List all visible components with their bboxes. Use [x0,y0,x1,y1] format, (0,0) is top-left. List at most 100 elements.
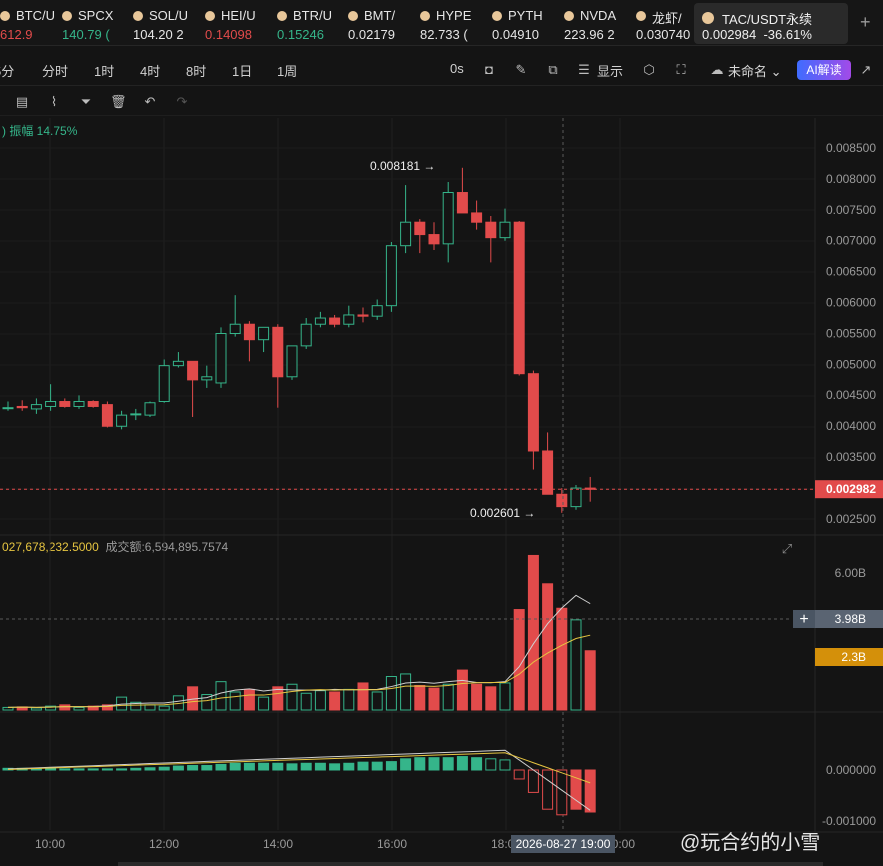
candle-body [87,401,99,407]
macd-bar [201,765,213,771]
volume-bar [428,687,440,711]
macd-bar [385,761,397,771]
price-tick-label: 0.007000 [826,234,876,248]
layout-name-dropdown[interactable]: 未命名 ⌄ [728,61,782,80]
ticker-price: 104.20 2 [133,27,184,42]
pencil-icon[interactable]: ✎ [513,62,529,78]
ticker-price: 82.733 ( [420,27,468,42]
ticker-symbol: BTC/U [16,8,55,23]
fullscreen-icon[interactable]: ⛶ [673,62,689,78]
macd-bar [243,762,255,771]
volume-bar [485,686,497,711]
candle-body [485,221,497,239]
volume-bar [371,691,383,711]
macd-bar [59,768,71,771]
candle-body [187,360,199,381]
candle-body [158,365,170,403]
current-price-label: 0.002982 [826,482,876,496]
macd-bar [556,769,568,816]
trash-icon[interactable]: 🗑 [110,94,127,110]
filter-icon[interactable]: ⏷ [78,94,94,110]
macd-bar [187,765,199,771]
volume-ma-label: 2.3B [841,650,866,664]
macd-bar [144,767,156,771]
candle-body [343,314,355,325]
time-tick-label: 20:00 [605,837,635,851]
volume-bar [158,705,170,711]
candle-body [329,317,341,325]
macd-bar [329,763,341,771]
coin-icon [702,12,714,24]
macd-bar [215,763,227,771]
volume-bar [258,696,270,711]
macd-bar [30,768,42,771]
ticker-price: 0.14098 [205,27,252,42]
candle-body [243,323,255,341]
volume-bar [201,694,213,711]
settings-icon[interactable]: ⬡ [641,62,657,78]
ticker-price: 612.9 [0,27,33,42]
undo-icon[interactable]: ↶ [142,94,158,110]
scroll-bar [118,862,823,866]
magnet-icon[interactable]: ⌇ [46,94,62,110]
interval-1d[interactable]: 1日 [232,61,252,80]
list-icon[interactable]: ☰ [576,62,592,78]
candle-body [428,234,440,245]
ticker-symbol: NVDA [580,8,617,23]
volume-bar [329,691,341,711]
camera-icon[interactable]: ◘ [481,62,497,78]
macd-bar [428,757,440,771]
interval-timeline[interactable]: 分时 [42,61,68,80]
candle-body [201,376,213,381]
candle-body [130,413,142,416]
price-tick-label: 0.008000 [826,172,876,186]
macd-bar [73,768,85,771]
ticker-symbol: BTR/U [293,8,332,23]
price-tick-label: 0.005500 [826,326,876,340]
interval-1w[interactable]: 1周 [277,61,297,80]
price-tick-label: 0.006500 [826,265,876,279]
macd-bar [116,768,128,771]
redo-icon[interactable]: ↷ [174,94,190,110]
indicator-icon[interactable]: ▤ [14,94,30,110]
volume-bar [456,669,468,711]
macd-bar [2,767,14,771]
macd-bar [357,761,369,771]
volume-ma5-line [7,594,591,708]
candle-body [30,404,42,410]
time-tick-label: 18:00 [491,837,521,851]
volume-bar [542,583,554,711]
collapse-icon[interactable]: ↗ [858,62,874,78]
macd-tick-label: 0.000000 [826,763,876,777]
ai-analysis-button[interactable]: AI解读 [797,60,851,80]
candle-body [442,192,454,245]
candle-body [542,450,554,495]
candle-body [414,221,426,236]
coin-icon [0,11,10,21]
ticker-price: 140.79 ( [62,27,110,42]
time-tick-label: 16:00 [377,837,407,851]
interval-1h[interactable]: 1时 [94,61,114,80]
macd-bar [172,765,184,771]
interval-4h[interactable]: 4时 [140,61,160,80]
low-label: 0.002601 → [470,506,535,520]
coin-icon [62,11,72,21]
interval-5m[interactable]: 5分 [0,61,14,80]
volume-bar [286,683,298,711]
show-button[interactable]: 显示 [597,61,623,80]
coin-icon [277,11,287,21]
high-label: 0.008181 → [370,159,435,173]
price-tick-label: 0.003000 [826,481,876,495]
macd-bar [485,758,497,771]
add-ticker-button[interactable]: + [860,12,871,33]
candle-body [16,405,28,409]
active-ticker-tab[interactable]: TAC/USDT永续 0.002984 -36.61% [694,3,848,44]
volume-bar [2,706,14,711]
cloud-icon[interactable]: ☁ [709,62,725,78]
interval-8h[interactable]: 8时 [186,61,206,80]
external-icon[interactable]: ⧉ [545,62,561,78]
price-tick-label: 0.005000 [826,357,876,371]
price-tick-label: 0.004000 [826,419,876,433]
ticker-symbol: HEI/U [221,8,256,23]
volume-bar [300,692,312,711]
